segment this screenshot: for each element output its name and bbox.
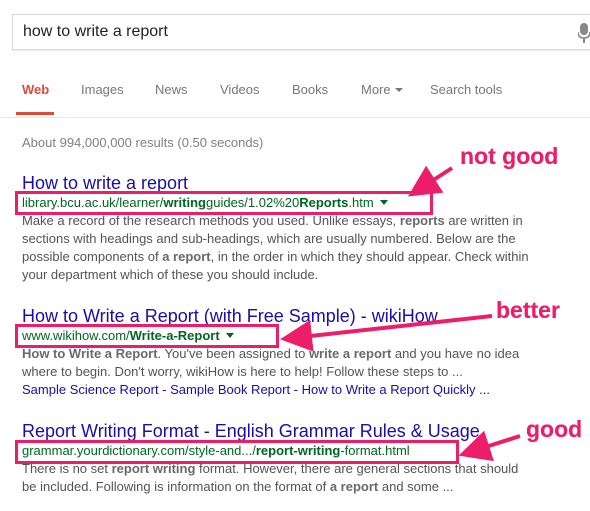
url-highlight-box — [15, 440, 459, 464]
tab-books[interactable]: Books — [292, 82, 328, 97]
chevron-down-icon — [394, 87, 403, 92]
search-tabs: Web Images News Videos Books More Search… — [0, 70, 590, 117]
header: Web Images News Videos Books More Search… — [0, 0, 590, 118]
annotation-label: better — [496, 297, 560, 323]
header-divider — [0, 117, 590, 118]
annotation-label: not good — [460, 143, 559, 169]
result-stats: About 994,000,000 results (0.50 seconds) — [22, 135, 264, 150]
tab-search-tools[interactable]: Search tools — [430, 82, 502, 97]
microphone-icon[interactable] — [578, 23, 590, 43]
search-input[interactable] — [23, 21, 563, 43]
tab-videos[interactable]: Videos — [220, 82, 260, 97]
search-result: How to write a report library.bcu.ac.uk/… — [22, 172, 582, 284]
tab-web[interactable]: Web — [22, 82, 49, 97]
url-highlight-box — [15, 324, 279, 348]
tab-more-label: More — [361, 82, 391, 97]
tab-more[interactable]: More — [361, 82, 403, 97]
url-highlight-box — [15, 191, 433, 215]
annotation-label: good — [526, 416, 583, 442]
result-snippet: Make a record of the research methods yo… — [22, 213, 529, 282]
result-snippet: How to Write a Report. You've been assig… — [22, 346, 520, 397]
active-tab-indicator — [16, 112, 54, 115]
result-snippet: There is no set report writing format. H… — [22, 461, 519, 494]
tab-images[interactable]: Images — [81, 82, 124, 97]
result-sitelinks[interactable]: Sample Science Report - Sample Book Repo… — [22, 382, 490, 397]
tab-news[interactable]: News — [155, 82, 188, 97]
search-box[interactable] — [12, 14, 590, 50]
result-title-link[interactable]: Report Writing Format - English Grammar … — [22, 420, 582, 442]
